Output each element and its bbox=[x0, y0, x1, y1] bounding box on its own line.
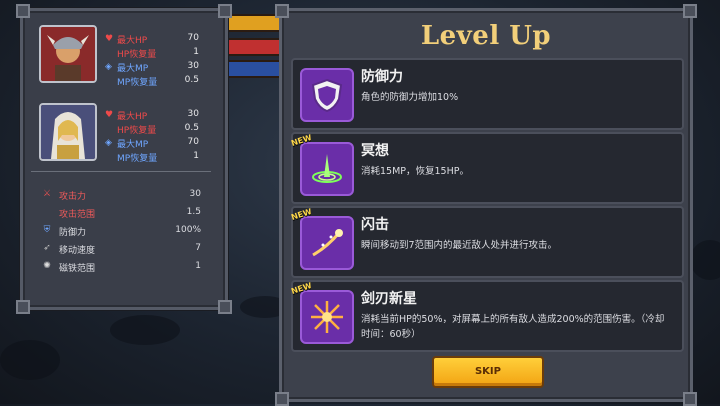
level-up-panel: Level Up 防御力 角色的防御力增加10% NEW 冥想 消耗15MP，恢… bbox=[275, 4, 697, 406]
option-name: 闪击 bbox=[361, 217, 389, 233]
stat-value: 30 bbox=[187, 61, 199, 71]
option-name: 剑刃新星 bbox=[361, 291, 417, 307]
panel-corner bbox=[16, 300, 30, 314]
upgrade-option-blade-nova[interactable]: NEW 剑刃新星 消耗当前HP的50%，对屏幕上的所有敌人造成200%的范围伤害… bbox=[290, 280, 684, 352]
blade-nova-icon bbox=[300, 290, 354, 344]
hero-portrait-mage[interactable] bbox=[39, 103, 97, 161]
panel-corner bbox=[683, 4, 697, 18]
panel-corner bbox=[218, 300, 232, 314]
stat-label: 最大HP bbox=[117, 36, 148, 46]
background-rock bbox=[690, 240, 720, 280]
option-name: 冥想 bbox=[361, 143, 389, 159]
panel-corner bbox=[275, 4, 289, 18]
stat-label: 移动速度 bbox=[59, 246, 96, 256]
stat-value: 1.5 bbox=[186, 207, 201, 217]
mage-portrait-icon bbox=[41, 105, 95, 159]
stat-value: 1 bbox=[195, 261, 201, 271]
stat-label: 最大HP bbox=[117, 112, 148, 122]
diamond-icon: ◈ bbox=[105, 138, 112, 148]
upgrade-option-flash-strike[interactable]: NEW 闪击 瞬间移动到7范围内的最近敌人处并进行攻击。 bbox=[290, 206, 684, 278]
upgrade-option-defense[interactable]: 防御力 角色的防御力增加10% bbox=[291, 58, 684, 130]
stat-row-max-mp: ◈ 最大MP 70 bbox=[105, 137, 217, 150]
stat-value: 0.5 bbox=[184, 123, 199, 133]
skip-button[interactable]: SKIP bbox=[432, 356, 544, 388]
stat-label: 最大MP bbox=[117, 64, 149, 74]
stat-value: 7 bbox=[195, 243, 201, 253]
option-description: 角色的防御力增加10% bbox=[361, 92, 459, 103]
level-up-title: Level Up bbox=[420, 21, 552, 51]
stat-row-max-hp: ♥ 最大HP 30 bbox=[105, 109, 217, 122]
heart-icon: ♥ bbox=[105, 110, 114, 120]
hero-portrait-warrior[interactable] bbox=[39, 25, 97, 83]
stat-label: 磁铁范围 bbox=[59, 264, 96, 274]
flash-strike-icon bbox=[300, 216, 354, 270]
panel-divider bbox=[31, 171, 211, 172]
stat-value: 70 bbox=[187, 137, 199, 147]
stat-value: 0.5 bbox=[184, 75, 199, 85]
upgrade-option-meditation[interactable]: NEW 冥想 消耗15MP，恢复15HP。 bbox=[290, 132, 684, 204]
stat-value: 1 bbox=[193, 151, 199, 161]
stat-row-max-mp: ◈ 最大MP 30 bbox=[105, 61, 217, 74]
character-stats-panel: ♥ 最大HP 70 HP恢复量 1 ◈ 最大MP 30 MP恢复量 0.5 ♥ bbox=[16, 4, 232, 314]
option-description: 瞬间移动到7范围内的最近敌人处并进行攻击。 bbox=[361, 240, 558, 251]
shield-icon bbox=[300, 68, 354, 122]
stat-row-attack-range: 攻击范围 1.5 bbox=[41, 207, 213, 221]
stat-label: 最大MP bbox=[117, 140, 149, 150]
stat-row-max-hp: ♥ 最大HP 70 bbox=[105, 33, 217, 46]
stat-row-hp-regen: HP恢复量 1 bbox=[105, 47, 217, 60]
panel-corner bbox=[16, 4, 30, 18]
stat-label: MP恢复量 bbox=[117, 154, 158, 164]
stat-row-mp-regen: MP恢复量 0.5 bbox=[105, 75, 217, 88]
stat-label: HP恢复量 bbox=[117, 126, 157, 136]
panel-corner bbox=[218, 4, 232, 18]
diamond-icon: ◈ bbox=[105, 62, 112, 72]
stat-row-move-speed: ➶ 移动速度 7 bbox=[41, 243, 213, 257]
stat-value: 70 bbox=[187, 33, 199, 43]
sword-icon: ⚔ bbox=[42, 189, 52, 199]
stat-row-attack: ⚔ 攻击力 30 bbox=[41, 189, 213, 203]
stat-value: 100% bbox=[175, 225, 201, 235]
mp-bar-background bbox=[222, 38, 284, 56]
xp-bar-background bbox=[222, 60, 284, 78]
meditation-icon bbox=[300, 142, 354, 196]
stat-label: MP恢复量 bbox=[117, 78, 158, 88]
stat-label: 防御力 bbox=[59, 228, 87, 238]
boot-icon: ➶ bbox=[43, 243, 51, 253]
background-rock bbox=[110, 315, 180, 345]
stat-value: 30 bbox=[189, 189, 201, 199]
stat-value: 30 bbox=[187, 109, 199, 119]
background-rock bbox=[0, 340, 60, 380]
heart-icon: ♥ bbox=[105, 34, 114, 44]
stat-label: HP恢复量 bbox=[117, 50, 157, 60]
stat-row-defense: ⛨ 防御力 100% bbox=[41, 225, 213, 239]
stat-row-mp-regen: MP恢复量 1 bbox=[105, 151, 217, 164]
stat-row-hp-regen: HP恢复量 0.5 bbox=[105, 123, 217, 136]
stat-row-magnet-range: ✺ 磁铁范围 1 bbox=[41, 261, 213, 275]
stat-value: 1 bbox=[193, 47, 199, 57]
shield-icon: ⛨ bbox=[43, 225, 51, 235]
warrior-portrait-icon bbox=[41, 27, 95, 81]
option-description: 消耗当前HP的50%，对屏幕上的所有敌人造成200%的范围伤害。（冷却时间：60… bbox=[361, 314, 665, 340]
option-description: 消耗15MP，恢复15HP。 bbox=[361, 166, 469, 177]
stat-label: 攻击范围 bbox=[59, 210, 96, 220]
magnet-icon: ✺ bbox=[43, 261, 51, 271]
stat-label: 攻击力 bbox=[59, 192, 87, 202]
option-name: 防御力 bbox=[361, 69, 403, 85]
